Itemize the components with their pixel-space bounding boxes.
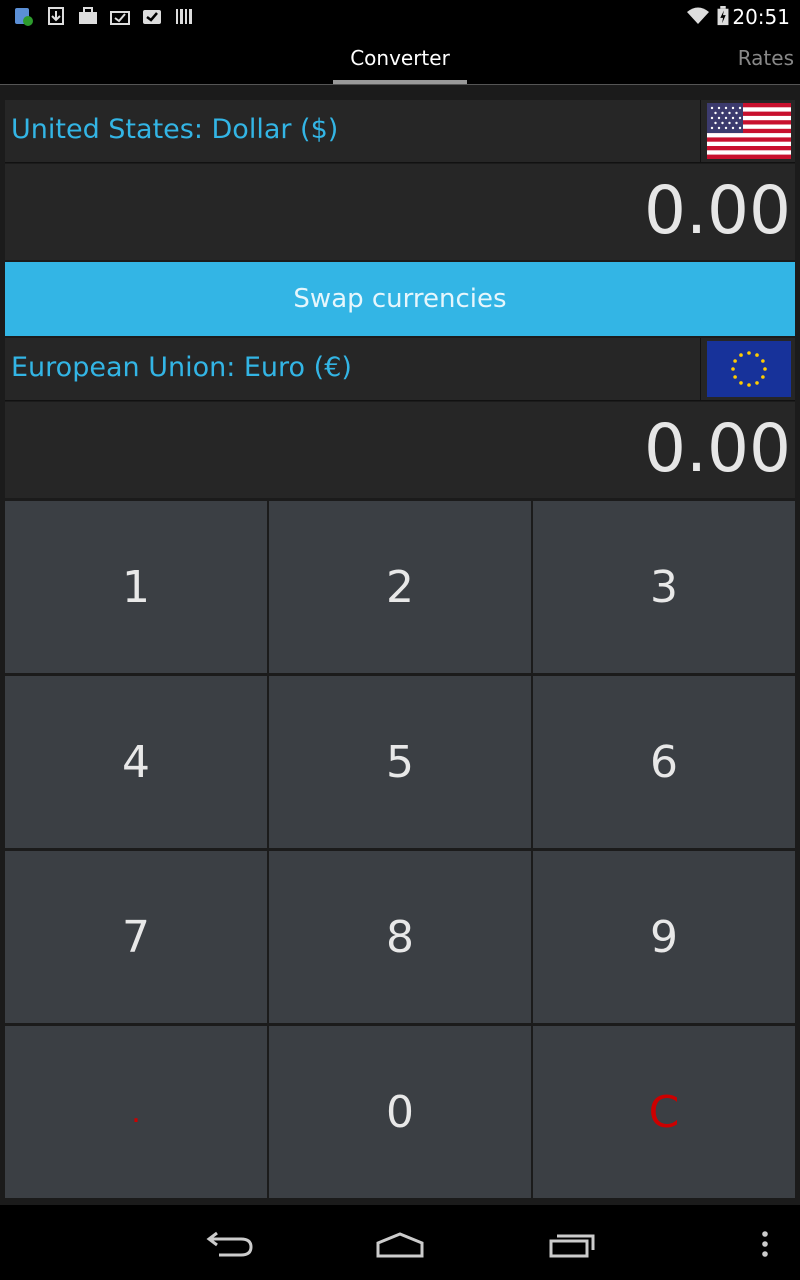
briefcase-icon <box>79 7 97 24</box>
from-currency-selector[interactable]: United States: Dollar ($) <box>5 100 795 163</box>
key-0[interactable]: 0 <box>269 1026 531 1198</box>
from-amount-value: 0.00 <box>644 172 791 249</box>
tab-rates[interactable]: Rates <box>738 46 794 70</box>
status-bar: 20:51 <box>0 0 800 34</box>
to-currency-name[interactable]: European Union: Euro (€) <box>11 352 352 383</box>
key-clear[interactable]: C <box>533 1026 795 1198</box>
key-9[interactable]: 9 <box>533 851 795 1023</box>
clock: 20:51 <box>732 5 790 29</box>
recent-apps-icon[interactable] <box>548 1231 596 1259</box>
battery-charging-icon <box>717 6 729 26</box>
overflow-menu-icon[interactable] <box>758 1229 772 1259</box>
converter-panel: United States: Dollar ($) 0.00 Swap curr… <box>0 85 800 1205</box>
key-2[interactable]: 2 <box>269 501 531 673</box>
numeric-keypad: 1 2 3 4 5 6 7 8 9 . 0 C <box>5 501 795 1200</box>
key-6[interactable]: 6 <box>533 676 795 848</box>
tab-converter[interactable]: Converter <box>333 46 467 70</box>
to-currency-selector[interactable]: European Union: Euro (€) <box>5 338 795 401</box>
from-amount-display[interactable]: 0.00 <box>5 164 795 260</box>
barcode-icon <box>176 9 192 24</box>
wifi-icon <box>687 7 709 24</box>
download-icon <box>48 7 64 25</box>
key-3[interactable]: 3 <box>533 501 795 673</box>
key-decimal[interactable]: . <box>5 1026 267 1198</box>
home-icon[interactable] <box>375 1231 425 1259</box>
from-currency-flag-button[interactable] <box>700 100 795 162</box>
navigation-bar <box>0 1205 800 1280</box>
shield-icon <box>15 8 33 26</box>
eu-flag-icon <box>707 341 791 397</box>
active-tab-indicator <box>333 80 467 84</box>
clipboard-check-icon <box>143 10 161 24</box>
to-amount-display[interactable]: 0.00 <box>5 402 795 498</box>
swap-currencies-button[interactable]: Swap currencies <box>5 262 795 336</box>
from-currency-name[interactable]: United States: Dollar ($) <box>11 114 338 145</box>
back-icon[interactable] <box>205 1229 255 1259</box>
task-icon <box>110 11 130 25</box>
key-5[interactable]: 5 <box>269 676 531 848</box>
key-7[interactable]: 7 <box>5 851 267 1023</box>
to-currency-flag-button[interactable] <box>700 338 795 400</box>
us-flag-icon <box>707 103 791 159</box>
key-1[interactable]: 1 <box>5 501 267 673</box>
tab-bar: Converter Rates <box>0 34 800 85</box>
key-8[interactable]: 8 <box>269 851 531 1023</box>
key-4[interactable]: 4 <box>5 676 267 848</box>
to-amount-value: 0.00 <box>644 410 791 487</box>
